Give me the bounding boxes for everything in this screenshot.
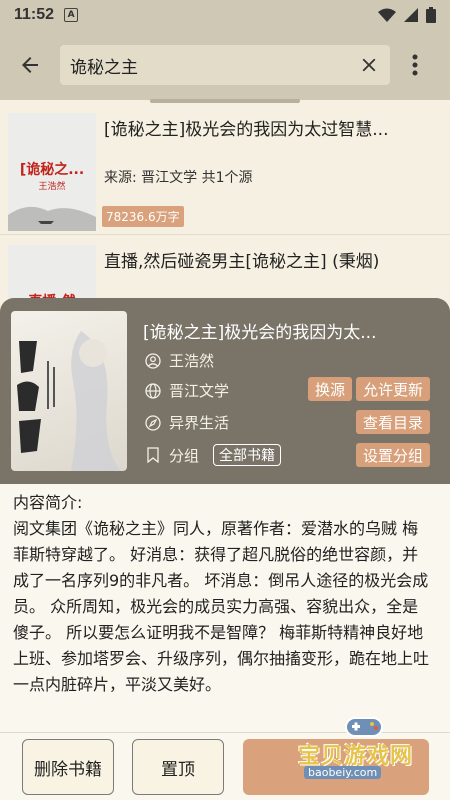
result-source: 来源: 晋江文学 共1个源: [104, 170, 253, 186]
signal-icon: [404, 8, 418, 22]
delete-book-button[interactable]: 删除书籍: [22, 739, 114, 795]
pin-top-button[interactable]: 置顶: [132, 739, 224, 795]
detail-book-cover: [11, 311, 127, 471]
battery-icon: [426, 7, 436, 23]
intro-label: 内容简介:: [13, 493, 83, 512]
group-value: 全部书籍: [213, 444, 282, 466]
more-button[interactable]: [390, 30, 440, 100]
cover-landscape-art: [8, 206, 96, 231]
globe-icon: [145, 382, 161, 399]
back-arrow-icon: [22, 57, 38, 73]
result-item[interactable]: [诡秘之... 王浩然 [诡秘之主]极光会的我因为太过智慧... 来源: 晋江文…: [0, 103, 450, 235]
watermark-logo: 宝贝游戏网 baobeiy.com: [290, 712, 450, 782]
search-value: 诡秘之主: [70, 57, 138, 78]
group-row: 分组 全部书籍: [145, 444, 282, 466]
compass-icon: [145, 414, 161, 431]
notification-icon: A: [64, 8, 79, 22]
result-title: [诡秘之主]极光会的我因为太过智慧...: [104, 120, 389, 140]
detail-category: 异界生活: [169, 414, 230, 432]
watermark-url: baobeiy.com: [304, 766, 382, 779]
view-toc-button[interactable]: 查看目录: [356, 410, 430, 434]
source-row: 晋江文学: [145, 380, 229, 401]
cover-title: [诡秘之...: [19, 162, 85, 178]
search-input[interactable]: 诡秘之主: [60, 45, 390, 85]
detail-title: [诡秘之主]极光会的我因为太...: [143, 323, 377, 343]
wifi-icon: [378, 8, 396, 22]
bookmark-icon: [147, 447, 159, 463]
back-button[interactable]: [0, 30, 60, 100]
intro-text: 阅文集团《诡秘之主》同人，原著作者：爱潜水的乌贼 梅菲斯特穿越了。 好消息：获得…: [13, 519, 430, 694]
cover-illustration: [17, 331, 121, 471]
detail-header: [诡秘之主]极光会的我因为太... 王浩然 晋江文学 异界生活 分组 全部书籍 …: [0, 298, 450, 484]
toolbar: 诡秘之主: [0, 30, 450, 100]
person-icon: [145, 352, 161, 369]
detail-author: 王浩然: [169, 352, 215, 370]
book-cover: [诡秘之... 王浩然: [8, 113, 96, 231]
cover-author: 王浩然: [38, 182, 66, 192]
category-row: 异界生活: [145, 412, 229, 433]
group-label: 分组: [169, 446, 200, 465]
status-bar: 11:52 A: [0, 0, 450, 30]
more-vert-icon: [412, 54, 418, 76]
gamepad-icon: [345, 717, 383, 737]
set-group-button[interactable]: 设置分组: [356, 443, 430, 467]
change-source-button[interactable]: 换源: [308, 377, 352, 401]
intro-section: 内容简介: 阅文集团《诡秘之主》同人，原著作者：爱潜水的乌贼 梅菲斯特穿越了。 …: [13, 490, 433, 698]
word-count-badge: 78236.6万字: [102, 206, 184, 227]
detail-source: 晋江文学: [169, 382, 230, 400]
clear-icon[interactable]: [358, 54, 380, 76]
status-time: 11:52: [14, 6, 55, 23]
result-title: 直播,然后碰瓷男主[诡秘之主] (秉烟): [104, 252, 380, 272]
allow-update-button[interactable]: 允许更新: [356, 377, 430, 401]
author-row: 王浩然: [145, 350, 214, 371]
